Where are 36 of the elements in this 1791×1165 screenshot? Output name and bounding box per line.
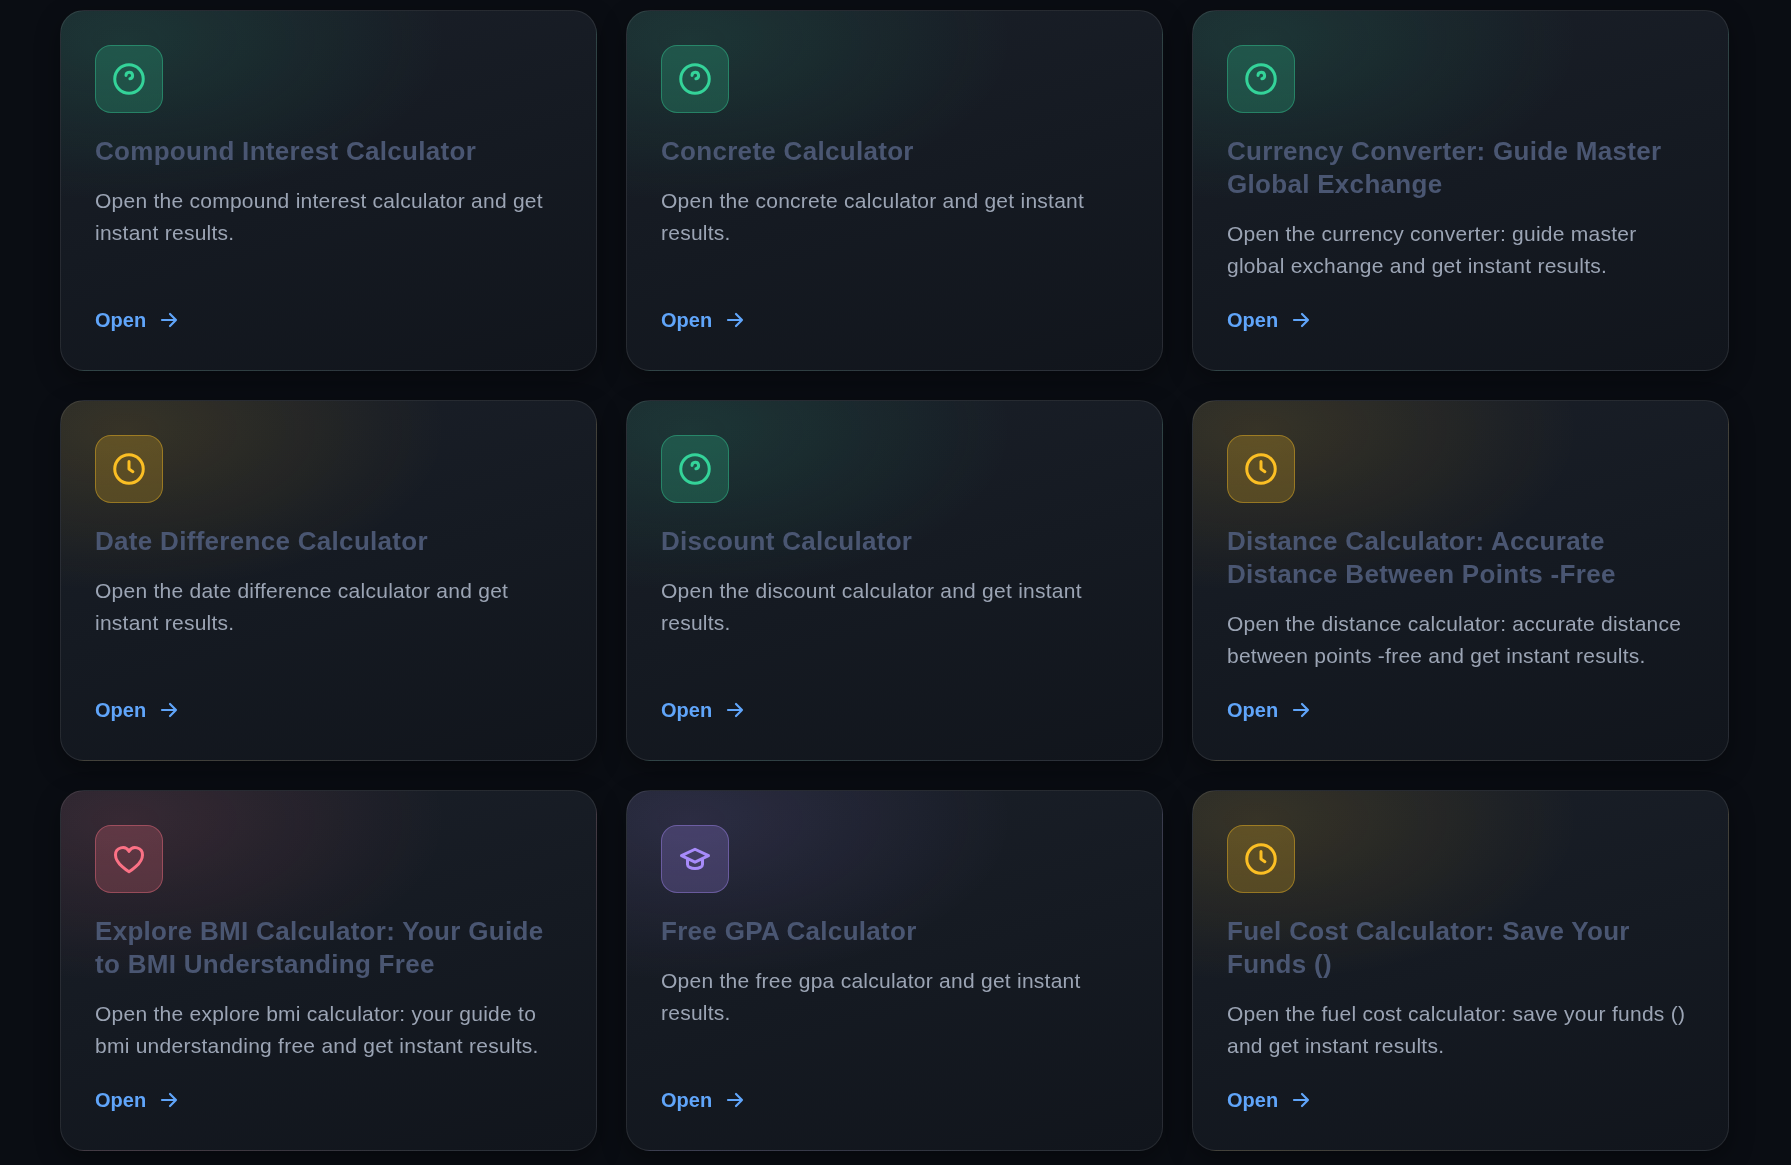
arrow-right-icon xyxy=(160,1091,179,1109)
card-description: Open the concrete calculator and get instant results. xyxy=(661,188,1086,246)
open-link[interactable]: Open xyxy=(661,306,745,334)
card-description: Open the free gpa calculator and get instant results. xyxy=(661,968,1082,1026)
card-description: Open the date difference calculator and get instant results. xyxy=(95,578,510,636)
open-link[interactable]: Open xyxy=(1227,696,1311,724)
card-description: Open the compound interest calculator and get instant results. xyxy=(95,188,544,246)
card-title: Concrete Calculator xyxy=(661,135,914,168)
card-description: Open the discount calculator and get instant results. xyxy=(661,578,1083,636)
arrow-right-icon xyxy=(1292,1091,1311,1109)
arrow-right-icon xyxy=(1292,311,1311,329)
card-title: Fuel Cost Calculator: Save Your Funds () xyxy=(1227,915,1631,981)
open-link[interactable]: Open xyxy=(661,696,745,724)
card-title: Compound Interest Calculator xyxy=(95,135,477,168)
open-link[interactable]: Open xyxy=(95,696,179,724)
open-link[interactable]: Open xyxy=(1227,306,1311,334)
arrow-right-icon xyxy=(160,701,179,719)
card-description: Open the distance calculator: accurate distance between points -free and get instant results. xyxy=(1227,611,1683,669)
open-link[interactable]: Open xyxy=(95,1086,179,1114)
card-title: Discount Calculator xyxy=(661,525,913,558)
card-description: Open the explore bmi calculator: your guide to bmi understanding free and get instant results. xyxy=(95,1001,540,1059)
open-link[interactable]: Open xyxy=(1227,1086,1311,1114)
card-title: Free GPA Calculator xyxy=(661,915,917,948)
card-description: Open the currency converter: guide master global exchange and get instant results. xyxy=(1227,221,1638,279)
arrow-right-icon xyxy=(726,1091,745,1109)
card-title: Distance Calculator: Accurate Distance Between Points -Free xyxy=(1227,525,1617,591)
card-title: Currency Converter: Guide Master Global Exchange xyxy=(1227,135,1663,201)
arrow-right-icon xyxy=(1292,701,1311,719)
arrow-right-icon xyxy=(160,311,179,329)
card-title: Date Difference Calculator xyxy=(95,525,428,558)
card-description: Open the fuel cost calculator: save your funds () and get instant results. xyxy=(1227,1001,1687,1059)
arrow-right-icon xyxy=(726,701,745,719)
arrow-right-icon xyxy=(726,311,745,329)
open-link[interactable]: Open xyxy=(95,306,179,334)
open-link[interactable]: Open xyxy=(661,1086,745,1114)
card-title: Explore BMI Calculator: Your Guide to BMI Understanding Free xyxy=(95,915,545,981)
